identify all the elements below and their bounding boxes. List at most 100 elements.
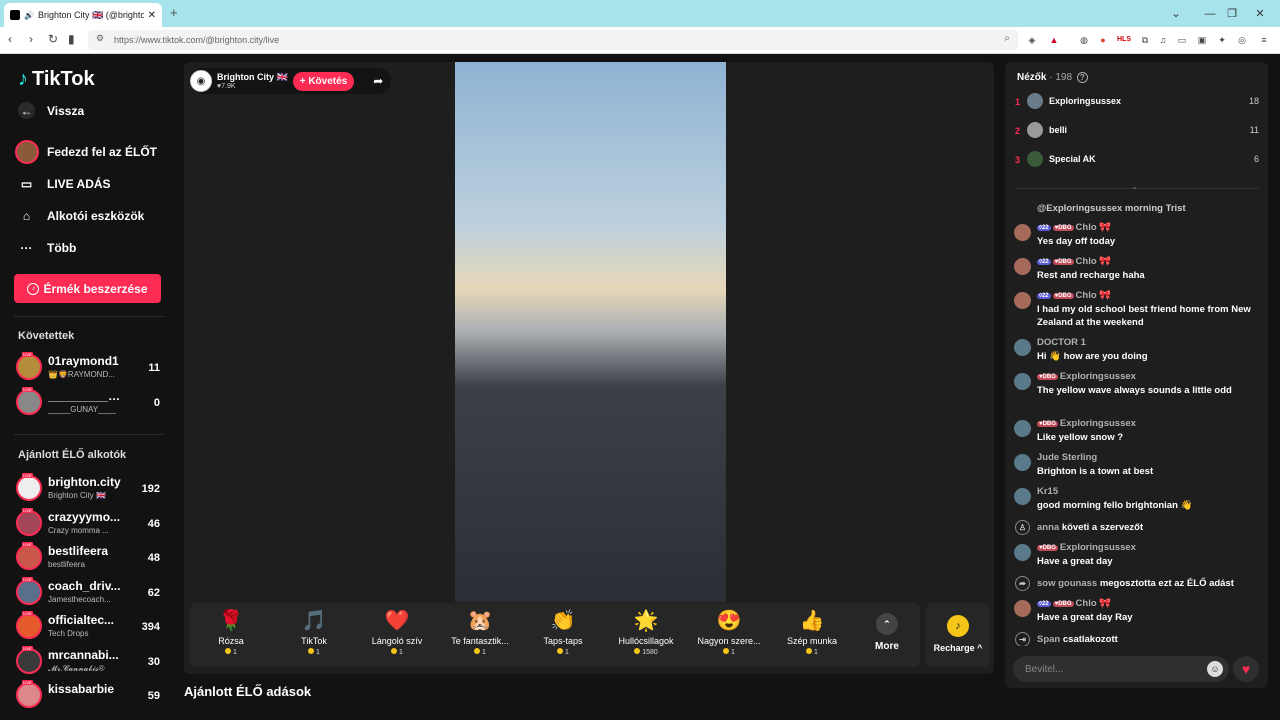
username[interactable]: ◊22 ♥DBG Chlo 🎀 xyxy=(1037,222,1111,233)
emoji-icon[interactable]: ☺ xyxy=(1207,661,1223,677)
username[interactable]: ♥DBG Exploringsussex xyxy=(1037,371,1136,382)
username[interactable]: ♥DBG Exploringsussex xyxy=(1037,542,1136,553)
system-user[interactable]: Span xyxy=(1037,634,1060,645)
gift-item[interactable]: 🌟 Hullócsillagok 1580 xyxy=(605,609,687,665)
viewer-score: 6 xyxy=(1253,154,1259,164)
top-viewer[interactable]: 3 Special AK 6 xyxy=(1015,149,1259,171)
avatar[interactable] xyxy=(1014,339,1031,356)
username-text: DOCTOR 1 xyxy=(1037,337,1086,348)
username[interactable]: ◊22 ♥DBG Chlo 🎀 xyxy=(1037,290,1111,301)
forward-icon[interactable]: › xyxy=(29,32,33,46)
recommended-account[interactable]: LIVE coach_driv... Jamesthecoach... 62 xyxy=(16,576,166,611)
site-settings-icon[interactable]: ⚙ xyxy=(96,33,104,44)
sidebar-icon[interactable]: ▭ xyxy=(1176,34,1188,46)
gift-icon: 👍 xyxy=(799,610,825,632)
avatar[interactable] xyxy=(1014,454,1031,471)
rank: 3 xyxy=(1015,155,1021,165)
username[interactable]: ◊22 ♥DBG Chlo 🎀 xyxy=(1037,256,1111,267)
media-icon[interactable]: ♫ xyxy=(1157,34,1169,46)
recommended-account[interactable]: LIVE mrcannabi... 𝓜𝓻.𝓒𝓪𝓷𝓷𝓪𝓫𝓲𝓼® 30 xyxy=(16,645,166,680)
avatar[interactable] xyxy=(1014,420,1031,437)
gift-item[interactable]: 🐹 Te fantasztik... 1 xyxy=(439,609,521,665)
rewards-icon[interactable]: ▲ xyxy=(1048,34,1060,46)
hls-extension-icon[interactable]: HLS xyxy=(1117,34,1131,46)
host-avatar[interactable]: ◉ xyxy=(190,70,212,92)
gift-item[interactable]: 👏 Taps-taps 1 xyxy=(522,609,604,665)
recommended-account[interactable]: LIVE officialtec... Tech Drops 394 xyxy=(16,611,166,645)
username[interactable]: Kr15 xyxy=(1037,486,1058,497)
share-icon[interactable]: ➦ xyxy=(373,74,383,88)
user-follow-icon: ♙ xyxy=(1015,520,1030,535)
chevron-down-icon[interactable]: ⌄ xyxy=(1131,182,1138,191)
top-viewer[interactable]: 2 belli 11 xyxy=(1015,120,1259,142)
menu-live[interactable]: ▭ LIVE ADÁS xyxy=(18,175,111,192)
help-icon[interactable]: ? xyxy=(1076,72,1088,83)
live-badge: LIVE xyxy=(22,680,33,685)
username[interactable]: Jude Sterling xyxy=(1037,452,1097,463)
follow-button[interactable]: + Követés xyxy=(292,71,355,91)
avatar[interactable] xyxy=(1014,292,1031,309)
brave-shield-icon[interactable]: ◈ xyxy=(1026,34,1038,46)
logo-text: TikTok xyxy=(32,68,95,90)
vpn-icon[interactable]: ◎ xyxy=(1236,34,1248,46)
account-name: kissabarbie xyxy=(48,682,115,696)
menu-icon[interactable]: ≡ xyxy=(1258,34,1270,46)
avatar[interactable] xyxy=(1014,373,1031,390)
wallet-icon[interactable]: ▣ xyxy=(1196,34,1208,46)
gift-price-value: 1 xyxy=(814,649,818,656)
extension-puzzle-icon[interactable]: ⧉ xyxy=(1139,34,1151,46)
menu-more[interactable]: ··· Több xyxy=(18,239,77,256)
live-video[interactable] xyxy=(455,62,726,602)
recommended-account[interactable]: LIVE kissabarbie 59 xyxy=(16,680,166,714)
browser-tab[interactable]: 🔊 Brighton City 🇬🇧 (@brighton.c ✕ xyxy=(4,3,162,27)
username[interactable]: ◊22 ♥DBG Chlo 🎀 xyxy=(1037,598,1111,609)
username[interactable]: ♥DBG Exploringsussex xyxy=(1037,418,1136,429)
extension-color-icon[interactable]: ● xyxy=(1097,34,1109,46)
viewer-name: belli xyxy=(1049,125,1068,135)
system-user[interactable]: anna xyxy=(1037,522,1059,533)
recommended-account[interactable]: LIVE brighton.city Brighton City 🇬🇧 192 xyxy=(16,473,166,507)
gift-item[interactable]: 😍 Nagyon szere... 1 xyxy=(688,609,770,665)
bookmark-icon[interactable]: ▮ xyxy=(68,32,75,46)
username[interactable]: DOCTOR 1 xyxy=(1037,337,1086,348)
buy-coins-button[interactable]: ♪ Érmék beszerzése xyxy=(14,274,161,303)
host-name[interactable]: Brighton City 🇬🇧 xyxy=(217,72,288,83)
url-field[interactable]: ⚙ https://www.tiktok.com/@brighton.city/… xyxy=(88,30,1018,50)
gift-item[interactable]: 🌹 Rózsa 1 xyxy=(190,609,272,665)
like-heart-button[interactable]: ♥ xyxy=(1233,656,1259,682)
menu-creator-tools[interactable]: ⌂ Alkotói eszközök xyxy=(18,207,144,224)
gift-item[interactable]: 👍 Szép munka 1 xyxy=(771,609,853,665)
tiktok-logo[interactable]: ♪ TikTok xyxy=(18,68,95,91)
recharge-button[interactable]: ♪ Recharge ^ xyxy=(926,603,990,667)
avatar[interactable] xyxy=(1014,544,1031,561)
account-subtitle: _____GUNAY____ xyxy=(48,405,116,414)
leo-icon[interactable]: ✦ xyxy=(1216,34,1228,46)
menu-explore-live[interactable]: Fedezd fel az ÉLŐT xyxy=(15,140,157,164)
close-tab-icon[interactable]: ✕ xyxy=(148,10,156,21)
system-text: sow gounass megosztotta ezt az ÉLŐ adást xyxy=(1037,578,1234,589)
username-text: Kr15 xyxy=(1037,486,1059,497)
gift-item[interactable]: 🎵 TikTok 1 xyxy=(273,609,355,665)
system-user[interactable]: sow gounass xyxy=(1037,578,1097,589)
reload-icon[interactable]: ↻ xyxy=(48,32,58,46)
new-tab-button[interactable]: + xyxy=(170,5,178,20)
recommended-account[interactable]: LIVE bestlifeera bestlifeera 48 xyxy=(16,542,166,576)
avatar[interactable] xyxy=(1014,258,1031,275)
avatar[interactable] xyxy=(1014,224,1031,241)
following-account[interactable]: LIVE 01raymond1 👑🦁RAYMOND... 11 xyxy=(16,352,166,386)
back-link[interactable]: ← Vissza xyxy=(18,102,84,119)
back-icon[interactable]: ‹ xyxy=(8,32,12,46)
following-account[interactable]: LIVE __________gu... _____GUNAY____ 0 xyxy=(16,387,166,421)
gift-name: Rózsa xyxy=(218,636,244,646)
zoom-icon[interactable]: ⌕ xyxy=(1004,33,1010,44)
gift-item[interactable]: ❤️ Lángoló szív 1 xyxy=(356,609,438,665)
top-viewer[interactable]: 1 Exploringsussex 18 xyxy=(1015,91,1259,113)
avatar[interactable] xyxy=(1014,600,1031,617)
close-window-button[interactable]: ✕ xyxy=(1240,0,1280,27)
more-gifts-button[interactable]: ⌃ More xyxy=(875,613,899,652)
chat-input[interactable]: Bevitel... ☺ xyxy=(1013,656,1229,682)
speaker-icon[interactable]: 🔊 xyxy=(24,11,34,20)
recommended-account[interactable]: LIVE crazyyymo... Crazy momma ... 46 xyxy=(16,507,166,542)
avatar[interactable] xyxy=(1014,488,1031,505)
extension-shield-icon[interactable]: ◍ xyxy=(1078,34,1090,46)
